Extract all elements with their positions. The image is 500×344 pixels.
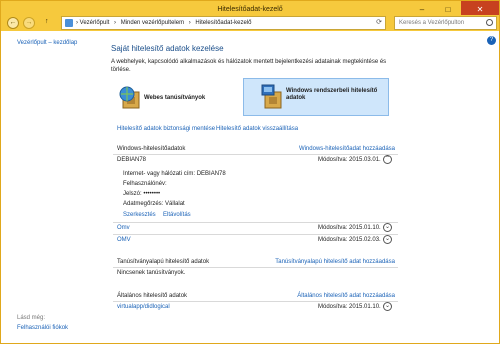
see-also-label: Lásd még: — [17, 315, 46, 321]
breadcrumb-separator: › — [188, 20, 191, 26]
search-placeholder: Keresés a Vezérlőpulton — [399, 20, 465, 26]
certificate-credentials-heading: Tanúsítványalapú hitelesítő adatok — [117, 259, 210, 265]
backup-credentials-link[interactable]: Hitelesítő adatok biztonsági mentése — [117, 126, 215, 132]
breadcrumb-all-items[interactable]: Minden vezérlőpultelem — [121, 20, 184, 26]
back-button[interactable]: ← — [7, 17, 19, 29]
remove-credential-link[interactable]: Eltávolítás — [163, 212, 191, 218]
restore-credentials-link[interactable]: Hitelesítő adatok visszaállítása — [216, 126, 298, 132]
page-description: A webhelyek, kapcsolódó alkalmazások és … — [111, 59, 387, 73]
credential-manager-window: Hitelesítőadat-kezelő – □ ✕ ← → ↑ › Vezé… — [0, 0, 500, 344]
breadcrumb-control-panel[interactable]: Vezérlőpult — [80, 20, 110, 26]
web-credentials-label: Webes tanúsítványok — [144, 95, 206, 101]
help-icon[interactable]: ? — [487, 36, 496, 45]
windows-credentials-label: Windows rendszerbeli hitelesítő adatok — [286, 88, 378, 101]
expand-chevron-icon[interactable]: ⌄ — [383, 235, 392, 244]
collapse-chevron-icon[interactable]: ⌃ — [383, 155, 392, 164]
windows-vault-icon — [261, 84, 282, 109]
control-panel-icon — [65, 19, 73, 27]
credential-detail-address: Internet- vagy hálózati cím: DEBIAN78 — [123, 171, 226, 177]
windows-credentials-heading: Windows-hitelesítőadatok — [117, 146, 186, 152]
generic-credentials-heading: Általános hitelesítő adatok — [117, 293, 188, 299]
divider — [113, 267, 398, 268]
search-icon[interactable] — [486, 19, 493, 26]
add-windows-credential-link[interactable]: Windows-hitelesítőadat hozzáadása — [251, 146, 395, 152]
refresh-icon[interactable]: ⟳ — [376, 17, 382, 29]
edit-credential-link[interactable]: Szerkesztés — [123, 212, 156, 218]
add-generic-credential-link[interactable]: Általános hitelesítő adat hozzáadása — [231, 293, 395, 299]
divider — [113, 234, 398, 235]
globe-vault-icon — [119, 86, 140, 109]
credential-item-modified: Módosítva: 2015.03.01. — [318, 157, 381, 163]
divider — [113, 222, 398, 223]
breadcrumb-separator: › — [76, 20, 78, 26]
windows-credentials-card[interactable]: Windows rendszerbeli hitelesítő adatok — [243, 78, 389, 116]
credential-detail-username: Felhasználónév: — [123, 181, 167, 187]
user-accounts-link[interactable]: Felhasználói fiókok — [17, 325, 68, 331]
up-button[interactable]: ↑ — [45, 18, 49, 25]
credential-item-name[interactable]: Omv — [117, 225, 130, 231]
breadcrumb-credential-manager[interactable]: Hitelesítőadat-kezelő — [195, 20, 251, 26]
add-certificate-credential-link[interactable]: Tanúsítványalapú hitelesítő adat hozzáad… — [231, 259, 395, 265]
credential-item-modified: Módosítva: 2015.02.03. — [318, 237, 381, 243]
sidebar-home-link[interactable]: Vezérlőpult – kezdőlap — [17, 40, 77, 46]
credential-detail-password: Jelszó: •••••••• — [123, 191, 161, 197]
no-certificates-text: Nincsenek tanúsítványok. — [117, 270, 186, 276]
address-bar[interactable]: › Vezérlőpult › Minden vezérlőpultelem ›… — [61, 16, 386, 30]
divider — [113, 301, 398, 302]
forward-button[interactable]: → — [23, 17, 35, 29]
expand-chevron-icon[interactable]: ⌄ — [383, 223, 392, 232]
page-title: Saját hitelesítő adatok kezelése — [111, 44, 224, 53]
search-input[interactable]: Keresés a Vezérlőpulton — [394, 16, 497, 30]
credential-item-name[interactable]: OMV — [117, 237, 131, 243]
expand-chevron-icon[interactable]: ⌄ — [383, 302, 392, 311]
credential-item-modified: Módosítva: 2015.01.10. — [318, 304, 381, 310]
credential-detail-persistence: Adatmegőrzés: Vállalat — [123, 201, 185, 207]
breadcrumb-separator: › — [114, 20, 117, 26]
credential-item-modified: Módosítva: 2015.01.10. — [318, 225, 381, 231]
web-credentials-card[interactable]: Webes tanúsítványok — [113, 81, 239, 115]
divider — [113, 154, 398, 155]
credential-item-name[interactable]: virtualapp/didlogical — [117, 304, 170, 310]
navigation-bar: ← → ↑ › Vezérlőpult › Minden vezérlőpult… — [1, 15, 499, 31]
credential-item-name[interactable]: DEBIAN78 — [117, 157, 146, 163]
